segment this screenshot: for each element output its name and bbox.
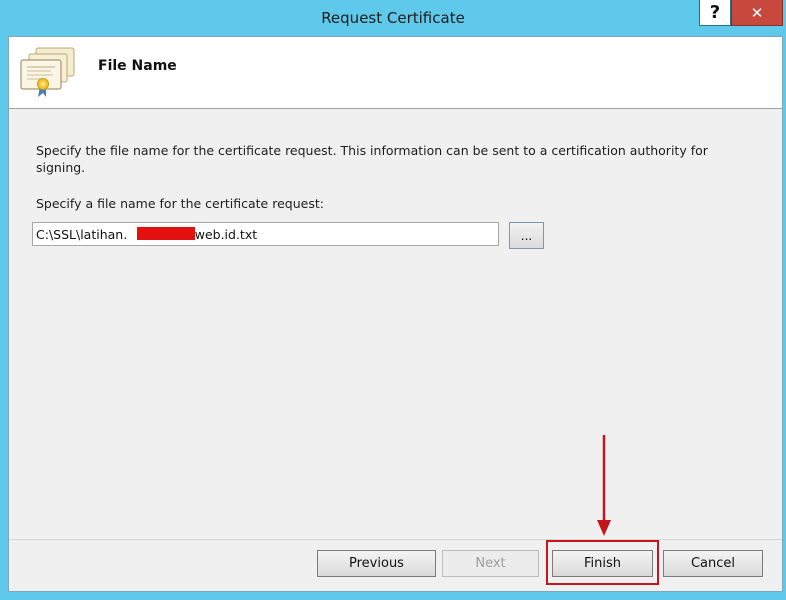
file-name-label: Specify a file name for the certificate … xyxy=(36,196,324,211)
redaction-mark xyxy=(137,227,195,240)
title-bar[interactable]: Request Certificate ? ✕ xyxy=(0,0,786,36)
file-name-input[interactable] xyxy=(32,222,499,246)
description-text: Specify the file name for the certificat… xyxy=(36,143,708,175)
certificate-icon xyxy=(20,47,75,97)
previous-button[interactable]: Previous xyxy=(317,550,436,577)
footer-divider xyxy=(9,539,782,540)
dialog-body: File Name Specify the file name for the … xyxy=(8,36,783,592)
close-button[interactable]: ✕ xyxy=(731,0,783,26)
next-button: Next xyxy=(442,550,539,577)
dialog-window: Request Certificate ? ✕ File Name Specif… xyxy=(0,0,786,600)
help-button[interactable]: ? xyxy=(699,0,731,26)
page-title: File Name xyxy=(98,58,177,74)
finish-highlight-box xyxy=(546,540,659,585)
browse-button[interactable]: ... xyxy=(509,222,544,249)
cancel-button[interactable]: Cancel xyxy=(663,550,763,577)
window-title: Request Certificate xyxy=(321,9,465,27)
wizard-header: File Name xyxy=(9,37,782,109)
